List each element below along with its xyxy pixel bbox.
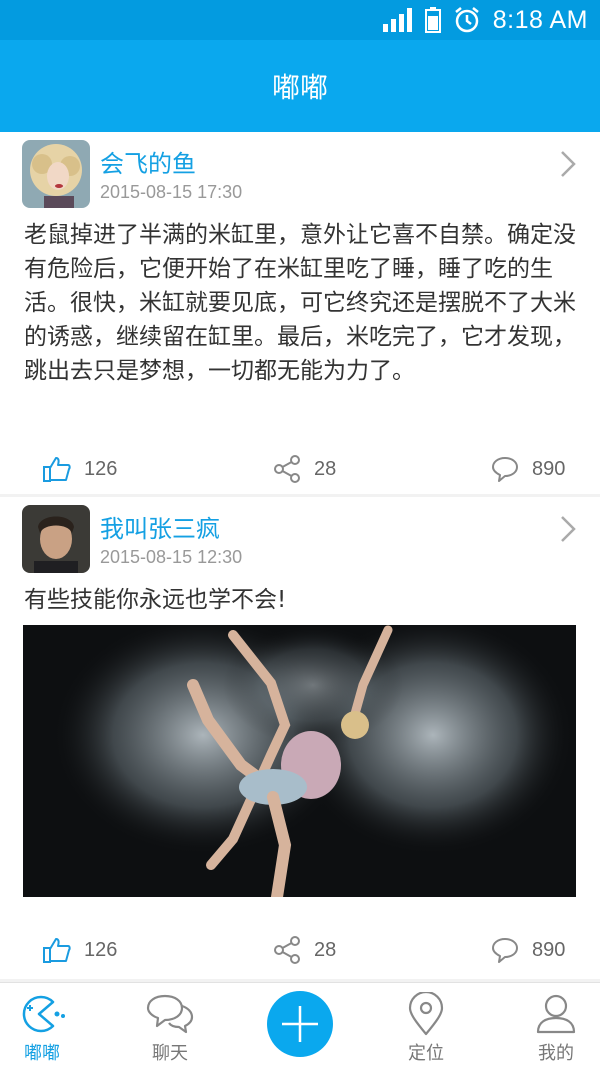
page-title: 嘟嘟 xyxy=(271,71,328,104)
app-header: 嘟嘟 xyxy=(0,40,600,132)
chevron-right-icon[interactable] xyxy=(558,513,578,545)
comment-icon xyxy=(492,938,518,963)
status-icons: 8:18 AM xyxy=(382,0,588,40)
share-count: 28 xyxy=(314,938,337,961)
share-icon xyxy=(274,936,300,964)
share-count: 28 xyxy=(314,457,337,480)
like-button[interactable]: 126 xyxy=(42,454,117,484)
like-count: 126 xyxy=(84,457,118,480)
avatar[interactable] xyxy=(22,505,90,573)
tab-chat[interactable]: 聊天 xyxy=(120,983,220,1067)
post-actions: 126 28 890 xyxy=(0,935,600,975)
post-username[interactable]: 我叫张三疯 xyxy=(100,509,220,544)
like-count: 126 xyxy=(84,938,118,961)
status-time: 8:18 AM xyxy=(492,5,588,34)
comment-count: 890 xyxy=(532,457,566,480)
tab-label: 嘟嘟 xyxy=(24,1043,60,1064)
tab-location[interactable]: 定位 xyxy=(376,983,476,1067)
post-text: 有些技能你永远也学不会! xyxy=(24,587,287,613)
post-text: 老鼠掉进了半满的米缸里，意外让它喜不自禁。确定没有危险后，它便开始了在米缸里吃了… xyxy=(24,222,576,384)
tab-label: 我的 xyxy=(538,1043,574,1064)
share-button[interactable]: 28 xyxy=(272,454,336,484)
tab-label: 定位 xyxy=(408,1043,444,1064)
status-bar: 8:18 AM xyxy=(0,0,600,40)
tab-label: 聊天 xyxy=(152,1043,188,1064)
add-icon xyxy=(282,1006,318,1042)
tab-me[interactable]: 我的 xyxy=(506,983,600,1067)
battery-icon xyxy=(424,7,441,33)
location-icon xyxy=(408,992,444,1036)
post-actions: 126 28 890 xyxy=(0,454,600,494)
post-timestamp: 2015-08-15 12:30 xyxy=(100,547,243,567)
post-image[interactable] xyxy=(23,625,576,897)
tab-dudu[interactable]: 嘟嘟 xyxy=(0,983,92,1067)
alarm-clock-icon xyxy=(454,7,479,33)
share-button[interactable]: 28 xyxy=(272,935,336,965)
feed-list[interactable]: 会飞的鱼 2015-08-15 17:30 老鼠掉进了半满的米缸里，意外让它喜不… xyxy=(0,132,600,982)
post-timestamp: 2015-08-15 17:30 xyxy=(100,182,243,202)
signal-icon xyxy=(382,8,412,32)
chevron-right-icon[interactable] xyxy=(558,148,578,180)
comment-icon xyxy=(492,457,518,482)
comment-button[interactable]: 890 xyxy=(490,454,565,484)
chat-icon xyxy=(146,994,194,1034)
comment-count: 890 xyxy=(532,938,566,961)
bottom-tab-bar: 嘟嘟 聊天 定位 我的 xyxy=(0,982,600,1067)
feed-post[interactable]: 我叫张三疯 2015-08-15 12:30 有些技能你永远也学不会! 126 … xyxy=(0,497,600,979)
add-post-button[interactable] xyxy=(267,991,333,1057)
post-username[interactable]: 会飞的鱼 xyxy=(100,144,196,179)
like-button[interactable]: 126 xyxy=(42,935,117,965)
feed-post[interactable]: 会飞的鱼 2015-08-15 17:30 老鼠掉进了半满的米缸里，意外让它喜不… xyxy=(0,132,600,494)
thumbs-up-icon xyxy=(43,938,71,963)
pacman-icon xyxy=(22,995,65,1033)
share-icon xyxy=(274,455,300,483)
thumbs-up-icon xyxy=(43,457,71,482)
avatar[interactable] xyxy=(22,140,90,208)
comment-button[interactable]: 890 xyxy=(490,935,565,965)
person-icon xyxy=(536,994,576,1034)
